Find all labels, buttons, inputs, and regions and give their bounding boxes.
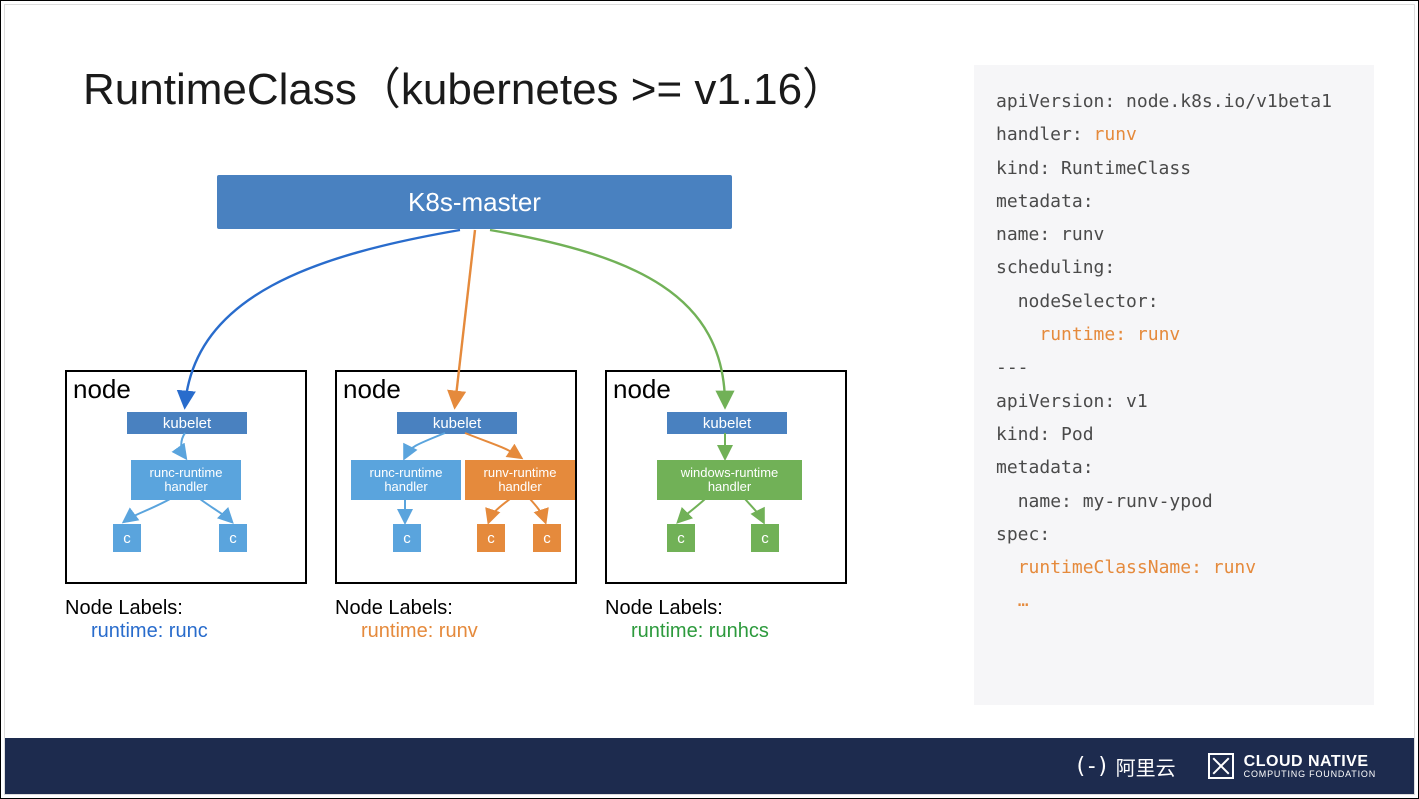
runc-handler: runc-runtime handler [131, 460, 241, 500]
node-labels-title: Node Labels: [65, 597, 183, 619]
k8s-master-box: K8s-master [217, 175, 732, 229]
container-cell: c [533, 524, 561, 552]
code-highlight: runv [1094, 124, 1137, 145]
cncf-square-icon [1208, 753, 1234, 779]
node-labels-1: Node Labels: runtime: runc [65, 597, 208, 643]
code-line: metadata: [996, 457, 1094, 478]
slide: RuntimeClass（kubernetes >= v1.16） K8s-ma… [4, 4, 1415, 795]
aliyun-text: 阿里云 [1116, 752, 1176, 781]
container-cell: c [751, 524, 779, 552]
node-labels-title: Node Labels: [605, 597, 723, 619]
node-labels-value: runtime: runc [65, 620, 208, 643]
node-labels-3: Node Labels: runtime: runhcs [605, 597, 769, 643]
code-line: scheduling: [996, 257, 1115, 278]
kubelet-box: kubelet [667, 412, 787, 434]
cncf-subtitle: COMPUTING FOUNDATION [1244, 770, 1376, 779]
cncf-logo: CLOUD NATIVE COMPUTING FOUNDATION [1208, 753, 1376, 779]
code-line: apiVersion: node.k8s.io/v1beta1 [996, 91, 1332, 112]
cncf-text: CLOUD NATIVE COMPUTING FOUNDATION [1244, 754, 1376, 779]
footer-bar: (-) 阿里云 CLOUD NATIVE COMPUTING FOUNDATIO… [5, 738, 1414, 794]
code-line: name: my-runv-ypod [996, 491, 1213, 512]
cncf-title: CLOUD NATIVE [1244, 754, 1376, 770]
node-label: node [613, 374, 671, 405]
container-cell: c [667, 524, 695, 552]
code-highlight: runtimeClassName: runv [996, 557, 1256, 578]
code-line: metadata: [996, 191, 1094, 212]
runc-handler: runc-runtime handler [351, 460, 461, 500]
runv-handler: runv-runtime handler [465, 460, 575, 500]
yaml-code-block: apiVersion: node.k8s.io/v1beta1 handler:… [974, 65, 1374, 705]
code-line: spec: [996, 524, 1050, 545]
code-line: nodeSelector: [996, 291, 1159, 312]
code-line: handler: [996, 124, 1094, 145]
node-2: node kubelet runc-runtime handler runv-r… [335, 370, 577, 584]
node-labels-value: runtime: runhcs [605, 620, 769, 643]
code-line: apiVersion: v1 [996, 391, 1148, 412]
code-line: kind: RuntimeClass [996, 158, 1191, 179]
node-3: node kubelet windows-runtime handler c c [605, 370, 847, 584]
code-highlight: runtime: runv [996, 324, 1180, 345]
node-labels-value: runtime: runv [335, 620, 478, 643]
code-line: --- [996, 357, 1029, 378]
container-cell: c [113, 524, 141, 552]
aliyun-bracket-icon: (-) [1074, 754, 1108, 779]
container-cell: c [393, 524, 421, 552]
kubelet-box: kubelet [397, 412, 517, 434]
container-cell: c [219, 524, 247, 552]
container-cell: c [477, 524, 505, 552]
code-highlight: … [996, 590, 1029, 611]
aliyun-logo: (-) 阿里云 [1074, 752, 1176, 781]
kubelet-box: kubelet [127, 412, 247, 434]
node-labels-2: Node Labels: runtime: runv [335, 597, 478, 643]
node-label: node [343, 374, 401, 405]
node-1: node kubelet runc-runtime handler c c [65, 370, 307, 584]
code-line: kind: Pod [996, 424, 1094, 445]
node-label: node [73, 374, 131, 405]
node-labels-title: Node Labels: [335, 597, 453, 619]
code-line: name: runv [996, 224, 1104, 245]
windows-handler: windows-runtime handler [657, 460, 802, 500]
page-title: RuntimeClass（kubernetes >= v1.16） [83, 53, 846, 117]
